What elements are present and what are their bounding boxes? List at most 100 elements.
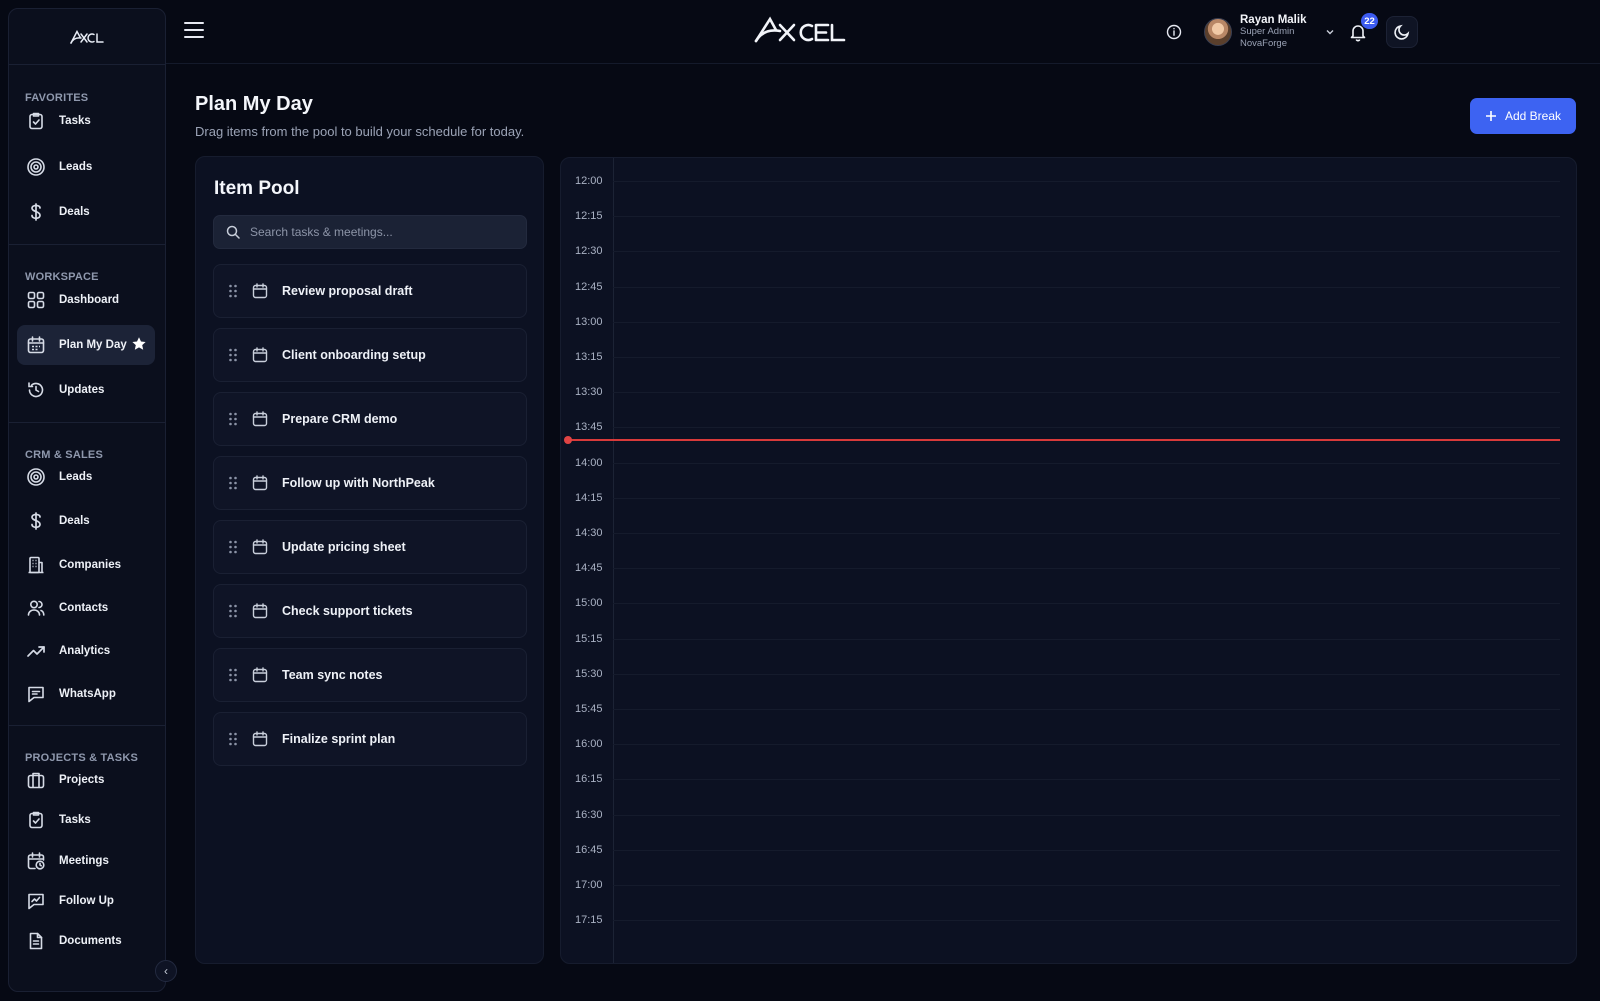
star-icon[interactable]: [131, 336, 147, 352]
time-label: 13:15: [575, 351, 603, 363]
sidebar-item-follow-up[interactable]: Follow Up: [17, 881, 155, 921]
timeline-slot[interactable]: 16:45: [561, 843, 1576, 878]
calendar-icon: [252, 283, 268, 299]
drag-handle-icon[interactable]: [228, 668, 238, 682]
timeline-slot[interactable]: 15:15: [561, 632, 1576, 667]
timeline-slot[interactable]: 16:00: [561, 737, 1576, 772]
add-break-label: Add Break: [1504, 109, 1562, 123]
menu-hamburger-icon[interactable]: [184, 22, 204, 40]
timeline-slot[interactable]: 14:15: [561, 491, 1576, 526]
time-label: 15:30: [575, 667, 603, 680]
timeline-slot[interactable]: 12:45: [561, 280, 1576, 315]
timeline-slot[interactable]: 13:15: [561, 350, 1576, 385]
time-gridline: [613, 920, 1560, 922]
drag-handle-icon[interactable]: [228, 476, 238, 490]
item-pool-title: Item Pool: [214, 178, 300, 199]
sidebar-item-deals[interactable]: Deals: [17, 501, 155, 541]
clipboard-check-icon: [25, 809, 47, 831]
time-gridline: [613, 216, 1560, 218]
pool-item[interactable]: Finalize sprint plan: [213, 712, 527, 766]
sidebar-item-leads[interactable]: Leads: [17, 147, 155, 187]
pool-item[interactable]: Update pricing sheet: [213, 520, 527, 574]
timeline-slot[interactable]: 13:45: [561, 420, 1576, 455]
sidebar-divider: [9, 244, 165, 245]
sidebar-item-documents[interactable]: Documents: [17, 921, 155, 961]
timeline-slot[interactable]: 15:30: [561, 667, 1576, 702]
time-label: 16:15: [575, 773, 603, 786]
user-menu[interactable]: Rayan Malik Super Admin NovaForge: [1204, 14, 1336, 50]
sidebar-item-updates[interactable]: Updates: [17, 370, 155, 410]
drag-handle-icon[interactable]: [228, 348, 238, 362]
search-input[interactable]: [250, 225, 514, 239]
sidebar-item-label: Documents: [59, 935, 122, 947]
pool-item[interactable]: Client onboarding setup: [213, 328, 527, 382]
timeline-slot[interactable]: 12:00: [561, 174, 1576, 209]
drag-handle-icon[interactable]: [228, 732, 238, 746]
sidebar-item-plan-my-day[interactable]: Plan My Day: [17, 325, 155, 365]
pool-item[interactable]: Team sync notes: [213, 648, 527, 702]
sidebar-item-tasks[interactable]: Tasks: [17, 800, 155, 840]
sidebar-item-dashboard[interactable]: Dashboard: [17, 280, 155, 320]
sidebar-item-projects[interactable]: Projects: [17, 760, 155, 800]
time-gridline: [613, 181, 1560, 182]
user-name: Rayan Malik: [1240, 14, 1307, 26]
time-label: 17:15: [575, 914, 603, 927]
sidebar-item-leads[interactable]: Leads: [17, 457, 155, 497]
pool-item[interactable]: Check support tickets: [213, 584, 527, 638]
timeline-slot[interactable]: 14:30: [561, 526, 1576, 561]
search-box[interactable]: [213, 215, 527, 249]
info-icon[interactable]: [1166, 24, 1182, 40]
timeline-slot[interactable]: 12:15: [561, 209, 1576, 244]
sidebar-logo[interactable]: [9, 9, 165, 65]
chevron-down-icon: [1326, 30, 1334, 35]
pool-item[interactable]: Review proposal draft: [213, 264, 527, 318]
add-break-button[interactable]: Add Break: [1470, 98, 1576, 134]
sidebar-item-label: Analytics: [59, 645, 111, 657]
time-gridline: [613, 497, 1560, 499]
timeline-slot[interactable]: 14:45: [561, 561, 1576, 596]
sidebar-item-contacts[interactable]: Contacts: [17, 588, 155, 628]
drag-handle-icon[interactable]: [228, 284, 238, 298]
calendar-icon: [252, 603, 268, 619]
drag-handle-icon[interactable]: [228, 604, 238, 618]
pool-item[interactable]: Follow up with NorthPeak: [213, 456, 527, 510]
time-label: 13:45: [575, 421, 603, 434]
time-gridline: [613, 462, 1560, 464]
time-gridline: [613, 533, 1560, 534]
timeline-slot[interactable]: 12:30: [561, 244, 1576, 279]
time-gridline: [613, 392, 1560, 394]
dollar-icon: [25, 201, 47, 223]
timeline-slot[interactable]: 13:30: [561, 385, 1576, 420]
timeline-slot[interactable]: 14:00: [561, 456, 1576, 491]
timeline-slot[interactable]: 17:15: [561, 913, 1576, 948]
timeline-slot[interactable]: 15:45: [561, 702, 1576, 737]
time-label: 15:45: [575, 703, 603, 715]
sidebar-item-label: Contacts: [59, 602, 109, 614]
brand-logo[interactable]: [754, 16, 846, 44]
sidebar-item-companies[interactable]: Companies: [17, 545, 155, 585]
drag-handle-icon[interactable]: [228, 540, 238, 554]
sidebar-item-label: Follow Up: [59, 895, 114, 907]
sidebar-item-label: Updates: [59, 384, 105, 396]
pool-item-title: Finalize sprint plan: [282, 732, 396, 746]
schedule-timeline[interactable]: 12:00 12:15 12:30 12:45 13:00 13:15 13:30 13:45…: [560, 157, 1577, 964]
sidebar-item-meetings[interactable]: Meetings: [17, 841, 155, 881]
sidebar-item-tasks[interactable]: Tasks: [17, 101, 155, 141]
sidebar-item-deals[interactable]: Deals: [17, 192, 155, 232]
pool-item[interactable]: Prepare CRM demo: [213, 392, 527, 446]
time-gridline: [613, 709, 1560, 710]
drag-handle-icon[interactable]: [228, 412, 238, 426]
timeline-slot[interactable]: 15:00: [561, 596, 1576, 631]
page-subtitle: Drag items from the pool to build your s…: [195, 124, 525, 139]
theme-toggle-button[interactable]: [1386, 16, 1418, 48]
timeline-slot[interactable]: 16:30: [561, 808, 1576, 843]
trend-up-icon: [25, 640, 47, 662]
timeline-slot[interactable]: 16:15: [561, 772, 1576, 807]
sidebar-item-analytics[interactable]: Analytics: [17, 631, 155, 671]
timeline-slot[interactable]: 13:00: [561, 315, 1576, 350]
time-gridline: [613, 638, 1560, 640]
item-pool-list: Review proposal draft Client onboarding s…: [213, 264, 527, 776]
sidebar-collapse-button[interactable]: ‹: [155, 960, 177, 982]
timeline-slot[interactable]: 17:00: [561, 878, 1576, 913]
sidebar-item-whatsapp[interactable]: WhatsApp: [17, 674, 155, 714]
